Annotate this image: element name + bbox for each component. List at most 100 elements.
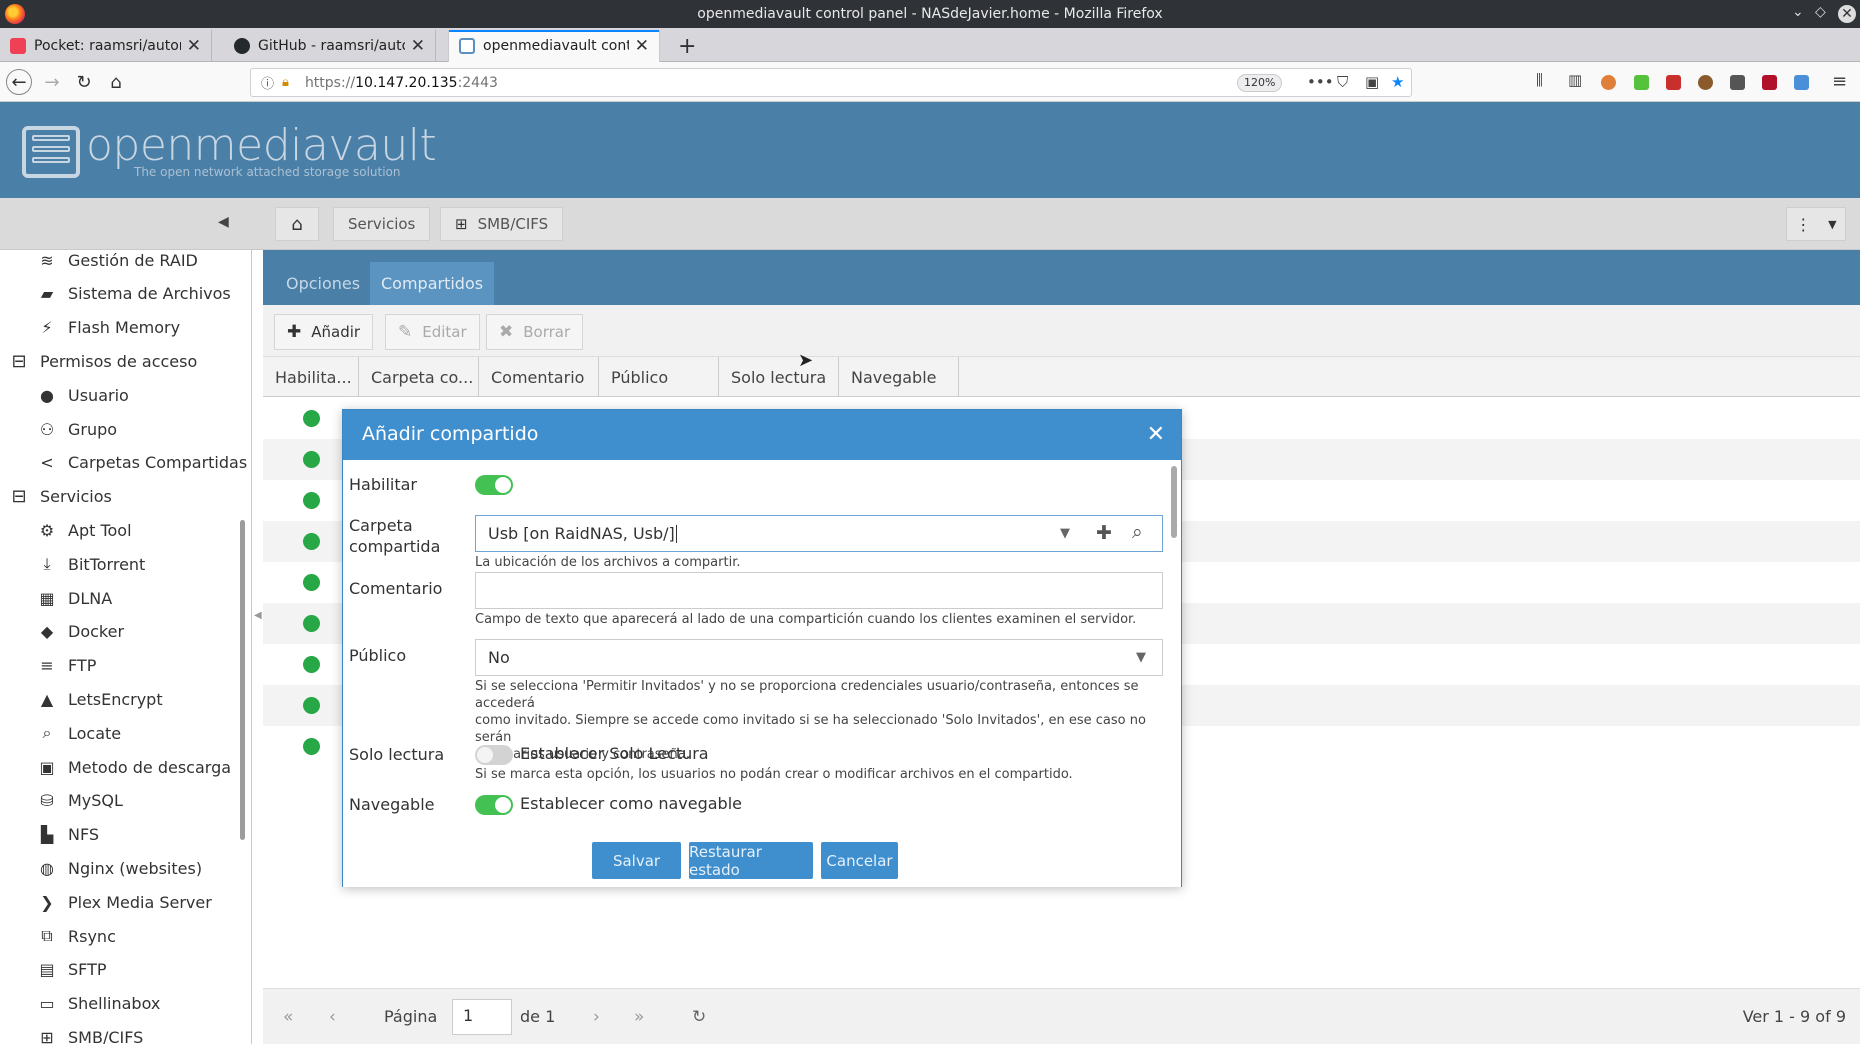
sidebar-scrollbar[interactable] (240, 520, 245, 840)
delete-button[interactable]: ✖ Borrar (486, 314, 584, 350)
sidebar-item[interactable]: ▙ NFS (36, 820, 99, 850)
collapse-icon[interactable]: ⊟ (8, 486, 30, 507)
sidebar-item[interactable]: ⊟ Permisos de acceso (8, 346, 197, 376)
page-number-input[interactable]: 1 (452, 999, 512, 1035)
browseable-toggle-label[interactable]: Establecer como navegable (520, 794, 742, 813)
browser-tab-pocket[interactable]: Pocket: raamsri/automoun ✕ (0, 30, 212, 62)
library-icon[interactable]: ⫼ (1536, 71, 1543, 89)
sidebar-item[interactable]: ⌕ Locate (36, 718, 122, 748)
close-tab-icon[interactable]: ✕ (411, 36, 425, 56)
column-header[interactable]: Solo lectura (719, 357, 839, 397)
search-icon[interactable]: ⌕ (1132, 521, 1143, 543)
edit-button[interactable]: ✎ Editar (385, 314, 480, 350)
extension-icon[interactable] (1730, 75, 1745, 90)
minimize-icon[interactable]: ⌄ (1792, 4, 1804, 20)
home-icon[interactable]: ⌂ (102, 68, 130, 96)
sidebar-toggle-icon[interactable]: ▥ (1568, 71, 1582, 89)
bookmark-star-icon[interactable]: ★ (1391, 73, 1404, 91)
insecure-lock-icon[interactable]: 🔒︎ (282, 75, 289, 90)
header-menu[interactable]: ⋮ ▼ (1786, 207, 1846, 241)
comment-input[interactable] (475, 572, 1163, 609)
extension-icon[interactable] (1698, 75, 1713, 90)
url-text[interactable]: https://10.147.20.135:2443 (305, 75, 498, 91)
ublock-icon[interactable] (1762, 75, 1777, 90)
sidebar-item[interactable]: ⊞ SMB/CIFS (36, 1022, 143, 1044)
breadcrumb-smb[interactable]: ⊞ SMB/CIFS (440, 207, 564, 241)
sidebar-item[interactable]: ⧉ Rsync (36, 921, 116, 951)
next-page-icon[interactable]: › (593, 1007, 600, 1027)
close-icon[interactable]: ✕ (1147, 422, 1165, 447)
shared-folder-combobox[interactable]: Usb [on RaidNAS, Usb/] ▼ ✚ ⌕ (475, 515, 1163, 552)
column-header[interactable]: Navegable (839, 357, 959, 397)
sidebar-item[interactable]: ⚙ Apt Tool (36, 515, 132, 545)
tab-opciones[interactable]: Opciones (275, 262, 371, 305)
sidebar-item[interactable]: ❯ Plex Media Server (36, 887, 212, 917)
add-button[interactable]: ✚ Añadir (274, 314, 374, 350)
maximize-icon[interactable]: ◇ (1815, 4, 1826, 20)
chevron-down-icon[interactable]: ▼ (1136, 650, 1146, 665)
refresh-icon[interactable]: ↻ (692, 1007, 706, 1027)
zoom-level-badge[interactable]: 120% (1237, 74, 1283, 92)
collapse-icon[interactable]: ⊟ (8, 351, 30, 372)
column-header[interactable]: Carpeta co... (359, 357, 479, 397)
sidebar-item[interactable]: ≡ FTP (36, 651, 96, 681)
sidebar-item[interactable]: ◆ Docker (36, 617, 124, 647)
breadcrumb-servicios[interactable]: Servicios (333, 207, 431, 241)
collapse-sidebar-icon[interactable]: ◀ (218, 214, 229, 230)
sidebar-item[interactable]: < Carpetas Compartidas (36, 448, 247, 478)
translate-icon[interactable] (1794, 75, 1809, 90)
sidebar-item[interactable]: ▲ LetsEncrypt (36, 684, 163, 714)
sidebar-item[interactable]: ≋ Gestión de RAID (36, 250, 198, 275)
column-header[interactable]: Habilita... (263, 357, 359, 397)
sidebar-splitter[interactable]: ◀ (253, 250, 263, 1044)
sidebar-item[interactable]: ▭ Shellinabox (36, 989, 160, 1019)
column-header[interactable]: Comentario (479, 357, 599, 397)
readonly-toggle[interactable] (475, 745, 513, 765)
sidebar-item[interactable]: ⚡ Flash Memory (36, 313, 180, 343)
reload-button[interactable]: ↻ (70, 68, 98, 96)
forward-button[interactable]: → (38, 68, 66, 96)
close-window-icon[interactable]: ✕ (1838, 5, 1856, 23)
column-header[interactable]: Público (599, 357, 719, 397)
new-tab-button[interactable]: + (678, 34, 696, 59)
save-button[interactable]: Salvar (592, 842, 681, 879)
sidebar-item[interactable]: ● Usuario (36, 380, 129, 410)
sidebar-item[interactable]: ▦ DLNA (36, 583, 112, 613)
browseable-toggle[interactable] (475, 795, 513, 815)
chevron-down-icon[interactable]: ▼ (1828, 218, 1836, 231)
prev-page-icon[interactable]: ‹ (329, 1007, 336, 1027)
sidebar-item[interactable]: ⤓ BitTorrent (36, 549, 145, 579)
last-page-icon[interactable]: » (634, 1007, 644, 1027)
sidebar-item[interactable]: ◍ Nginx (websites) (36, 853, 202, 883)
plus-icon[interactable]: ✚ (1096, 522, 1112, 544)
more-vert-icon[interactable]: ⋮ (1795, 215, 1811, 234)
sidebar-item[interactable]: ⚇ Grupo (36, 414, 117, 444)
readonly-toggle-label[interactable]: Establecer Solo Lectura (520, 744, 709, 763)
first-page-icon[interactable]: « (283, 1007, 293, 1027)
browser-tab-omv[interactable]: openmediavault control pa ✕ (448, 30, 660, 62)
sidebar-item[interactable]: ⊟ Servicios (8, 482, 111, 512)
extension-icon[interactable] (1666, 75, 1681, 90)
url-bar[interactable]: ⓘ 🔒︎ https://10.147.20.135:2443 120% •••… (250, 68, 1412, 97)
sidebar-item[interactable]: ▣ Metodo de descarga (36, 752, 231, 782)
enable-toggle[interactable] (475, 475, 513, 495)
back-button[interactable]: ← (6, 69, 32, 95)
reset-button[interactable]: Restaurar estado (689, 842, 813, 879)
breadcrumb-home[interactable]: ⌂ (275, 207, 319, 241)
browser-tab-github[interactable]: GitHub - raamsri/automou ✕ (224, 30, 436, 62)
close-tab-icon[interactable]: ✕ (635, 36, 649, 56)
extension-icon[interactable] (1601, 75, 1616, 90)
sidebar-item[interactable]: ⛁ MySQL (36, 786, 123, 816)
public-select[interactable]: No ▼ (475, 639, 1163, 676)
extension-icon[interactable] (1634, 75, 1649, 90)
pocket-save-icon[interactable]: ⛉ (1337, 73, 1348, 91)
page-actions-icon[interactable]: ••• (1307, 73, 1334, 91)
splitter-arrow-icon[interactable]: ◀ (254, 610, 262, 621)
info-icon[interactable]: ⓘ (261, 73, 274, 92)
chevron-down-icon[interactable]: ▼ (1060, 526, 1070, 541)
cancel-button[interactable]: Cancelar (821, 842, 898, 879)
hamburger-menu-icon[interactable]: ≡ (1832, 71, 1847, 92)
tab-compartidos[interactable]: Compartidos (370, 262, 495, 305)
sidebar-item[interactable]: ▰ Sistema de Archivos (36, 279, 231, 309)
close-tab-icon[interactable]: ✕ (187, 36, 201, 56)
